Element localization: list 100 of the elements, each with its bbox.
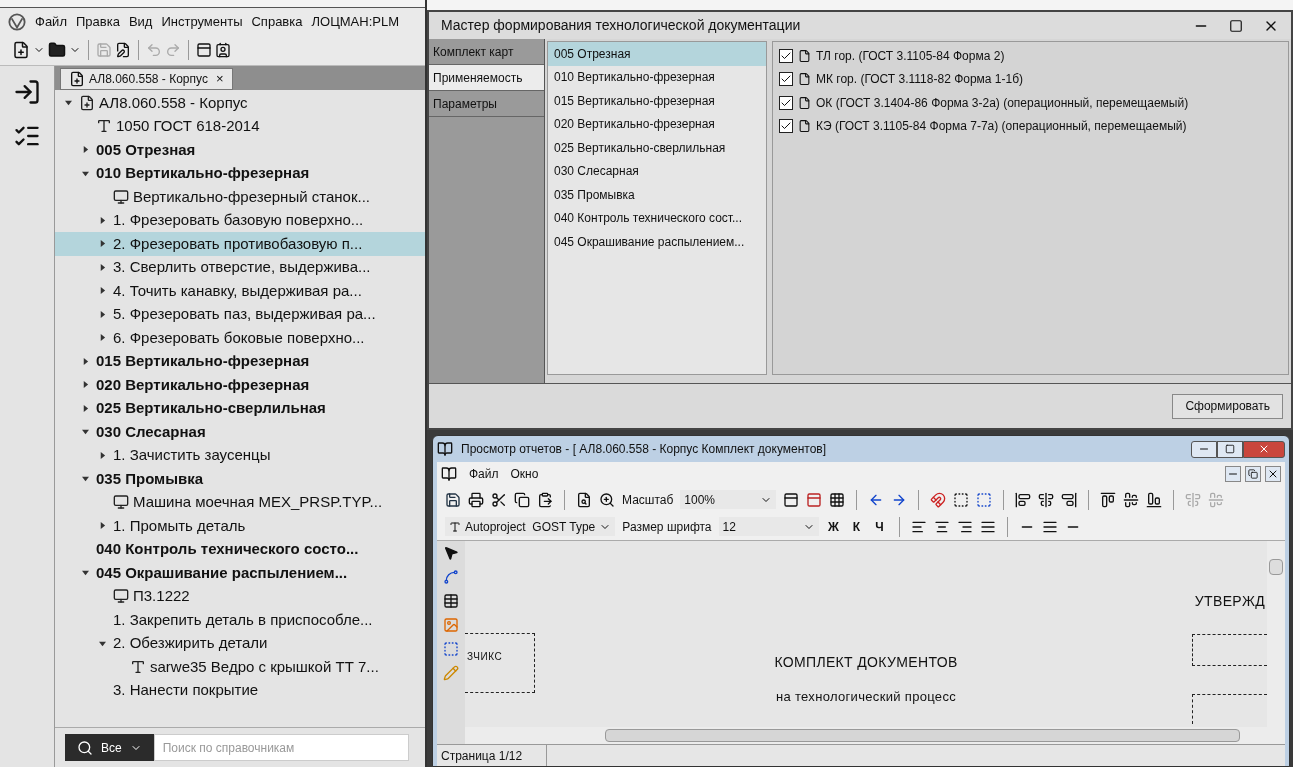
- tree-row[interactable]: Вертикально-фрезерный станок...: [55, 185, 425, 209]
- new-document-icon[interactable]: [12, 41, 30, 59]
- tree-row[interactable]: 5. Фрезеровать паз, выдерживая ра...: [55, 302, 425, 326]
- align-icon[interactable]: [1146, 491, 1163, 508]
- copy-icon[interactable]: [514, 491, 530, 508]
- minimize-button[interactable]: [1191, 440, 1217, 458]
- table-icon[interactable]: [443, 593, 459, 609]
- format-button[interactable]: Ж: [825, 517, 842, 536]
- magnet-icon[interactable]: [930, 491, 947, 508]
- menu-item[interactable]: Правка: [75, 11, 120, 32]
- tree-row[interactable]: 1. Фрезеровать базовую поверхно...: [55, 208, 425, 232]
- checkbox[interactable]: [779, 72, 793, 87]
- close-tab-button[interactable]: ×: [215, 69, 224, 89]
- tree-row[interactable]: 035 Промывка: [55, 467, 425, 491]
- font-size-dropdown[interactable]: 12: [718, 517, 819, 536]
- tree-row[interactable]: 040 Контроль технического состо...: [55, 537, 425, 561]
- collapsed-arrow-icon[interactable]: [82, 146, 89, 154]
- align-icon[interactable]: [1038, 491, 1055, 508]
- format-button[interactable]: К: [848, 517, 865, 536]
- collapsed-arrow-icon[interactable]: [99, 451, 106, 459]
- collapsed-arrow-icon[interactable]: [99, 240, 106, 248]
- align-icon[interactable]: [1100, 491, 1117, 508]
- paste-icon[interactable]: [537, 491, 553, 508]
- tree-row[interactable]: 025 Вертикально-сверлильная: [55, 396, 425, 420]
- search-scope-dropdown[interactable]: Все: [65, 734, 154, 761]
- minimize-button[interactable]: [1225, 466, 1241, 482]
- align-icon[interactable]: [1061, 491, 1078, 508]
- tree-row[interactable]: 4. Точить канавку, выдерживая ра...: [55, 279, 425, 303]
- expanded-arrow-icon[interactable]: [82, 428, 89, 436]
- expanded-arrow-icon[interactable]: [82, 475, 89, 483]
- tree-row[interactable]: 010 Вертикально-фрезерная: [55, 161, 425, 185]
- pointer-icon[interactable]: [443, 545, 459, 561]
- panel-icon[interactable]: [783, 491, 800, 508]
- frame-icon[interactable]: [443, 641, 459, 657]
- menu-item[interactable]: Инструменты: [161, 11, 243, 32]
- menu-item[interactable]: Файл: [469, 465, 499, 483]
- logo-icon[interactable]: [8, 12, 26, 31]
- checkbox[interactable]: [779, 95, 793, 110]
- tree-row[interactable]: 1. Промыть деталь: [55, 514, 425, 538]
- tree-row[interactable]: 045 Окрашивание распылением...: [55, 561, 425, 585]
- scissors-icon[interactable]: [491, 491, 507, 508]
- horizontal-scrollbar[interactable]: [465, 727, 1285, 744]
- operation-item[interactable]: 040 Контроль технического сост...: [548, 206, 766, 230]
- folder-icon[interactable]: [48, 41, 66, 59]
- collapsed-arrow-icon[interactable]: [99, 334, 106, 342]
- search-field[interactable]: Поиск по справочникам: [153, 734, 409, 761]
- tree-row[interactable]: 020 Вертикально-фрезерная: [55, 373, 425, 397]
- tree-row[interactable]: П3.1222: [55, 584, 425, 608]
- tree-row[interactable]: Машина моечная MEX_PRSP.TYP...: [55, 490, 425, 514]
- tree-row[interactable]: 1050 ГОСТ 618-2014: [55, 114, 425, 138]
- menu-item[interactable]: Справка: [251, 11, 303, 32]
- save-icon[interactable]: [445, 491, 461, 508]
- align-icon[interactable]: [1015, 491, 1032, 508]
- document-tab[interactable]: АЛ8.060.558 - Корпус ×: [60, 68, 233, 90]
- zoom-icon[interactable]: [599, 491, 615, 508]
- expanded-arrow-icon[interactable]: [82, 569, 89, 577]
- tree-row[interactable]: 030 Слесарная: [55, 420, 425, 444]
- side-tab[interactable]: Применяемость: [429, 65, 544, 91]
- expanded-arrow-icon[interactable]: [99, 639, 106, 647]
- window-icon[interactable]: [196, 42, 212, 58]
- menu-item[interactable]: Файл: [35, 11, 67, 32]
- zoom-dropdown[interactable]: 100%: [680, 490, 777, 509]
- tree-row[interactable]: sarwe35 Ведро с крышкой ТТ 7...: [55, 655, 425, 679]
- generate-button[interactable]: Сформировать: [1172, 393, 1283, 419]
- tree-row[interactable]: 1. Закрепить деталь в приспособле...: [55, 608, 425, 632]
- collapsed-arrow-icon[interactable]: [99, 263, 106, 271]
- tree-row[interactable]: 015 Вертикально-фрезерная: [55, 349, 425, 373]
- maximize-icon[interactable]: [1229, 18, 1243, 33]
- contact-card-icon[interactable]: [215, 42, 231, 58]
- font-dropdown[interactable]: Autoproject GOST Type: [445, 517, 616, 536]
- close-button[interactable]: [1265, 466, 1281, 482]
- collapsed-arrow-icon[interactable]: [99, 287, 106, 295]
- maximize-button[interactable]: [1217, 440, 1243, 458]
- edit-document-icon[interactable]: [115, 42, 131, 58]
- vertical-scrollbar[interactable]: [1267, 541, 1285, 727]
- collapsed-arrow-icon[interactable]: [99, 216, 106, 224]
- tree-row[interactable]: 2. Обезжирить детали: [55, 631, 425, 655]
- tree-row[interactable]: 1. Зачистить заусенцы: [55, 443, 425, 467]
- checkbox[interactable]: [779, 48, 793, 63]
- tree-row[interactable]: 005 Отрезная: [55, 138, 425, 162]
- collapsed-arrow-icon[interactable]: [82, 381, 89, 389]
- collapsed-arrow-icon[interactable]: [82, 404, 89, 412]
- collapsed-arrow-icon[interactable]: [82, 357, 89, 365]
- operation-item[interactable]: 035 Промывка: [548, 183, 766, 207]
- tree-row[interactable]: 3. Нанести покрытие: [55, 678, 425, 702]
- selection-icon[interactable]: [976, 491, 993, 508]
- selection-icon[interactable]: [953, 491, 970, 508]
- expanded-arrow-icon[interactable]: [82, 169, 89, 177]
- checkbox[interactable]: [779, 119, 793, 134]
- operation-item[interactable]: 030 Слесарная: [548, 159, 766, 183]
- operation-item[interactable]: 010 Вертикально-фрезерная: [548, 65, 766, 89]
- menu-item[interactable]: Окно: [510, 465, 539, 483]
- preview-icon[interactable]: [576, 491, 592, 508]
- tree-row[interactable]: 3. Сверлить отверстие, выдержива...: [55, 255, 425, 279]
- line-tool-icon[interactable]: [443, 569, 459, 585]
- operation-item[interactable]: 020 Вертикально-фрезерная: [548, 112, 766, 136]
- restore-button[interactable]: [1245, 466, 1261, 482]
- tree-row[interactable]: АЛ8.060.558 - Корпус: [55, 91, 425, 115]
- image-icon[interactable]: [443, 617, 459, 633]
- operation-item[interactable]: 005 Отрезная: [548, 42, 766, 66]
